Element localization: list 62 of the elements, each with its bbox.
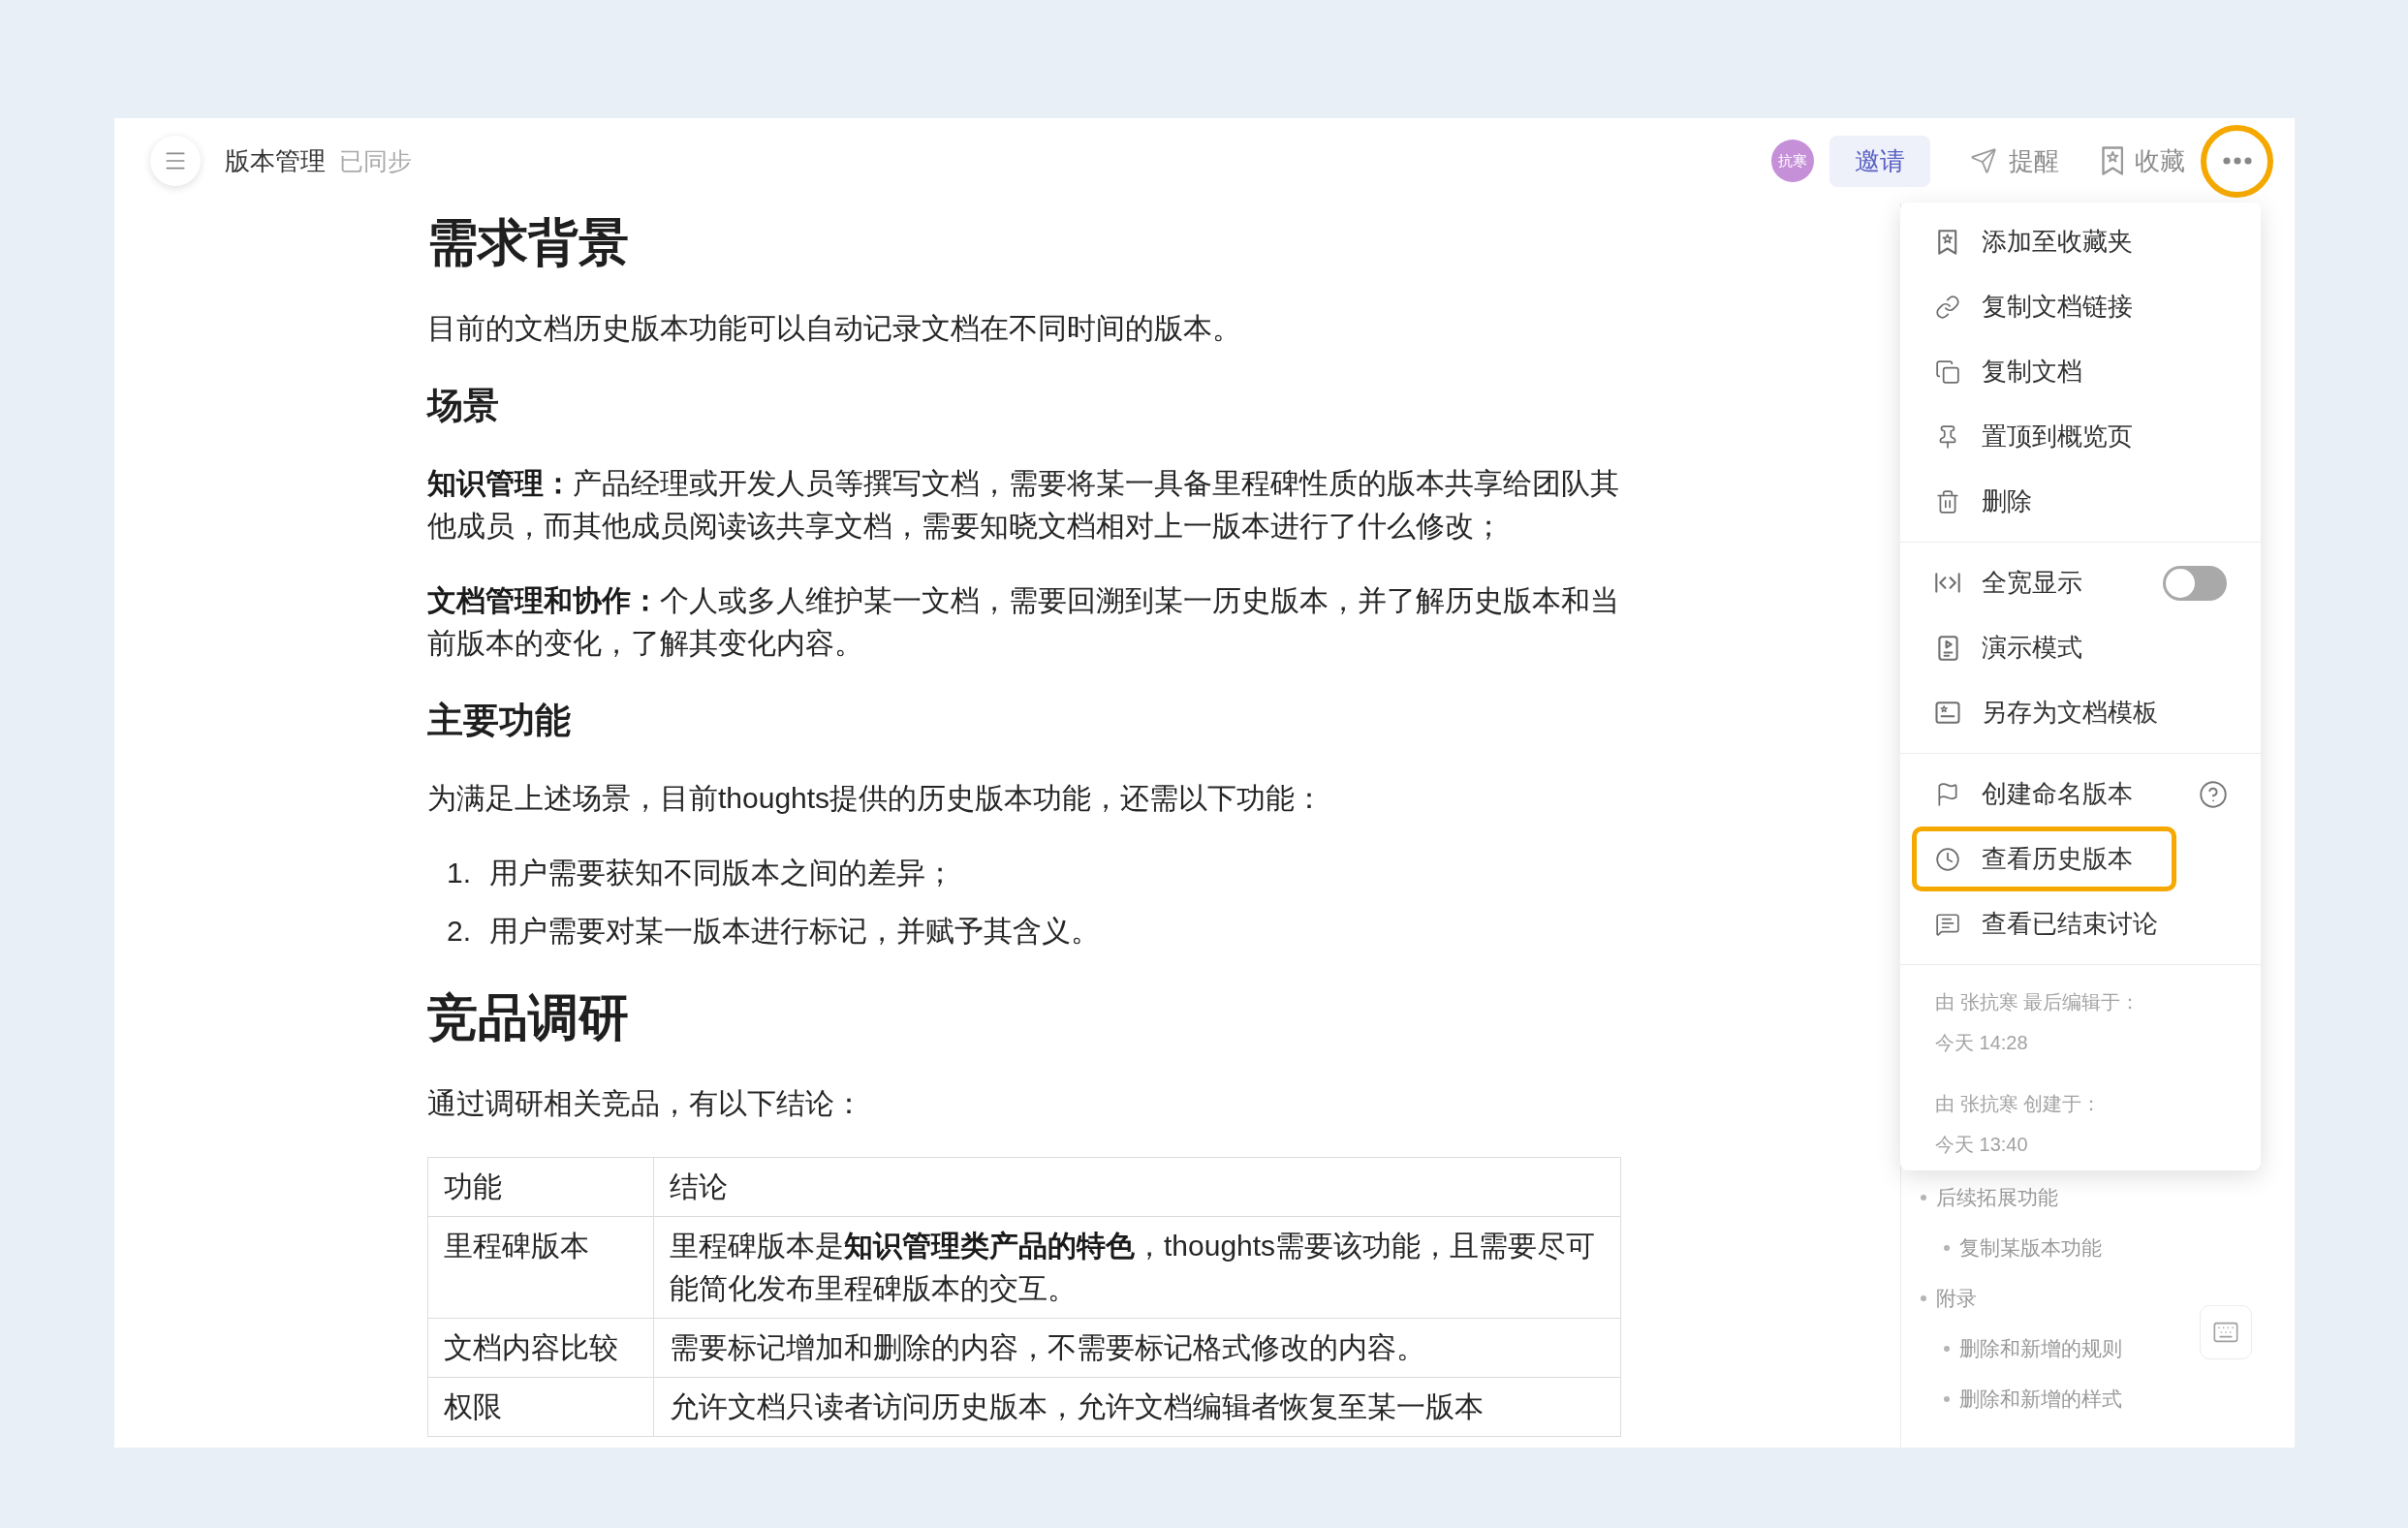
bracket-chevrons-icon [1935,573,1960,593]
table-cell: 权限 [427,1377,654,1437]
invite-button[interactable]: 邀请 [1829,135,1930,187]
bullet-icon [1944,1346,1950,1352]
bookmark-star-icon [1938,229,1957,255]
menu-item[interactable]: 演示模式 [1900,615,2261,680]
toggle-switch[interactable] [2163,565,2227,601]
paragraph: 目前的文档历史版本功能可以自动记录文档在不同时间的版本。 [427,311,1242,346]
user-avatar: 抗寒 [1770,140,1814,182]
menu-item[interactable]: 复制文档链接 [1900,274,2261,339]
paragraph: 通过调研相关竞品，有以下结论： [427,1086,864,1121]
subheading: 主要功能 [427,700,572,742]
paragraph: 为满足上述场景，目前thoughts提供的历史版本功能，还需以下功能： [427,781,1326,816]
table-cell: 允许文档只读者访问历史版本，允许文档编辑者恢复至某一版本 [653,1377,1621,1437]
edit-info-text: 由 张抗寒 创建于： [1935,1092,2102,1116]
star-card-icon [1935,702,1960,724]
paper-plane-icon [1969,147,1997,174]
list-item-text: 用户需要获知不同版本之间的差异； [489,856,954,890]
bullet-icon [1944,1245,1950,1251]
help-icon[interactable] [2200,780,2227,808]
list-item-text: 用户需要对某一版本进行标记，并赋予其含义。 [489,914,1100,949]
timestamp-text: 今天 13:40 [1935,1133,2028,1157]
heading: 竞品调研 [427,988,630,1047]
clock-icon [1935,846,1960,872]
link-icon [1935,294,1960,320]
bullet-icon [1921,1195,1926,1201]
bullet-icon [1944,1396,1950,1402]
menu-button[interactable] [150,136,201,186]
table-cell: 里程碑版本 [427,1216,654,1319]
timestamp-text: 今天 14:28 [1935,1031,2028,1055]
menu-item[interactable]: 添加至收藏夹 [1900,209,2261,274]
document-title: 版本管理 [225,144,326,177]
menu-item[interactable]: 查看历史版本 [1912,826,2176,891]
table-cell: 需要标记增加和删除的内容，不需要标记格式修改的内容。 [653,1318,1621,1378]
copy-icon [1935,359,1960,385]
play-document-icon [1937,635,1958,661]
paragraph: 知识管理：产品经理或开发人员等撰写文档，需要将某一具备里程碑性质的版本共享给团队其他成员，而其他成员阅读该共享文档，需要知晓文档相对上一版本进行了什么修改； [427,466,1620,544]
table-cell: 文档内容比较 [427,1318,654,1378]
menu-item[interactable]: 置顶到概览页 [1900,404,2261,469]
column-header: 功能 [427,1157,654,1217]
edit-info-text: 由 张抗寒 最后编辑于： [1935,990,2141,1014]
heading: 需求背景 [427,213,630,272]
menu-item[interactable]: 删除 [1900,469,2261,534]
subheading: 场景 [427,385,500,427]
bullet-icon [1921,1295,1926,1301]
keyboard-button[interactable] [2200,1305,2252,1359]
paragraph: 文档管理和协作：个人或多人维护某一文档，需要回溯到某一历史版本，并了解历史版本和当前版本的变化，了解其变化内容。 [427,583,1620,661]
list-number: 1. [447,856,473,890]
menu-item[interactable]: 查看已结束讨论 [1900,891,2261,956]
menu-item[interactable]: 复制文档 [1900,339,2261,404]
more-icon [2222,157,2252,165]
menu-item[interactable]: 全宽显示 [1900,550,2261,615]
column-header: 结论 [653,1157,1621,1217]
menu-item[interactable]: 另存为文档模板 [1900,680,2261,745]
trash-icon [1935,488,1960,515]
sync-status: 已同步 [339,145,412,176]
bookmark-star-icon [2101,146,2123,175]
table-cell: 里程碑版本是知识管理类产品的特色，thoughts需要该功能，且需要尽可能简化发布里程碑版本的交互。 [653,1216,1621,1319]
message-icon [1935,911,1960,937]
list-number: 2. [447,914,473,949]
flag-icon [1935,781,1960,807]
menu-item[interactable]: 创建命名版本 [1900,762,2261,826]
